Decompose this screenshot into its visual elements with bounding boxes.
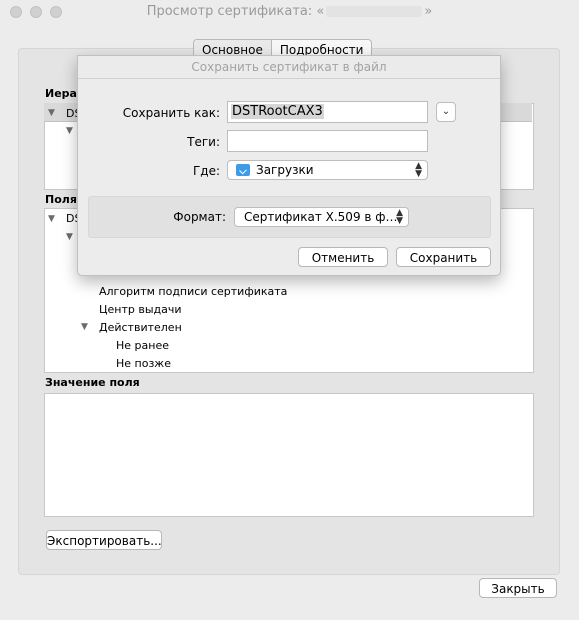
tags-input[interactable] <box>227 130 428 152</box>
window-title-suffix: » <box>424 4 433 19</box>
fields-label: Поля <box>45 193 77 206</box>
where-label: Где: <box>192 164 220 178</box>
updown-arrows-icon: ▲ ▼ <box>415 161 422 179</box>
sheet-title: Сохранить сертификат в файл <box>78 56 500 79</box>
format-popup[interactable]: Сертификат X.509 в ф… ▲ ▼ <box>234 207 409 227</box>
disclosure-triangle-icon[interactable]: ▼ <box>66 126 73 136</box>
title-bar: Просмотр сертификата: « » <box>0 0 579 24</box>
redacted-name <box>326 6 423 17</box>
where-value: Загрузки <box>256 163 314 177</box>
chevron-down-icon: ⌄ <box>441 106 451 117</box>
disclosure-triangle-icon[interactable]: ▼ <box>66 232 73 242</box>
window-title-prefix: Просмотр сертификата: « <box>146 4 325 19</box>
disclosure-triangle-icon[interactable]: ▼ <box>48 214 55 224</box>
format-label: Формат: <box>173 210 226 224</box>
save-as-input[interactable]: DSTRootCAX3 <box>227 101 428 123</box>
field-value-label: Значение поля <box>45 376 140 389</box>
field-signature-algorithm[interactable]: Алгоритм подписи сертификата <box>99 285 287 298</box>
field-validity[interactable]: Действителен <box>99 321 182 334</box>
expand-dialog-button[interactable]: ⌄ <box>436 102 456 122</box>
format-area: Формат: Сертификат X.509 в ф… ▲ ▼ <box>88 196 491 238</box>
disclosure-triangle-icon[interactable]: ▼ <box>48 108 55 118</box>
field-not-before[interactable]: Не ранее <box>116 339 169 352</box>
downloads-folder-icon <box>236 164 250 176</box>
where-popup[interactable]: Загрузки ▲ ▼ <box>227 160 428 180</box>
close-button[interactable]: Закрыть <box>479 578 557 598</box>
updown-arrows-icon: ▲ ▼ <box>396 208 403 226</box>
field-value-box[interactable] <box>44 393 534 517</box>
save-button[interactable]: Сохранить <box>396 247 491 267</box>
disclosure-triangle-icon[interactable]: ▼ <box>81 322 88 332</box>
save-as-label: Сохранить как: <box>122 106 220 120</box>
field-issuer[interactable]: Центр выдачи <box>99 303 182 316</box>
cancel-button[interactable]: Отменить <box>298 247 388 267</box>
certificate-viewer-window: Просмотр сертификата: «» Основное Подроб… <box>0 0 579 620</box>
save-as-value: DSTRootCAX3 <box>231 104 324 119</box>
save-certificate-sheet: Сохранить сертификат в файл Сохранить ка… <box>77 55 501 276</box>
tags-label: Теги: <box>187 135 220 149</box>
field-not-after[interactable]: Не позже <box>116 357 171 370</box>
export-button[interactable]: Экспортировать... <box>46 530 162 550</box>
format-value: Сертификат X.509 в ф… <box>244 210 398 224</box>
window-title: Просмотр сертификата: « » <box>0 4 579 19</box>
